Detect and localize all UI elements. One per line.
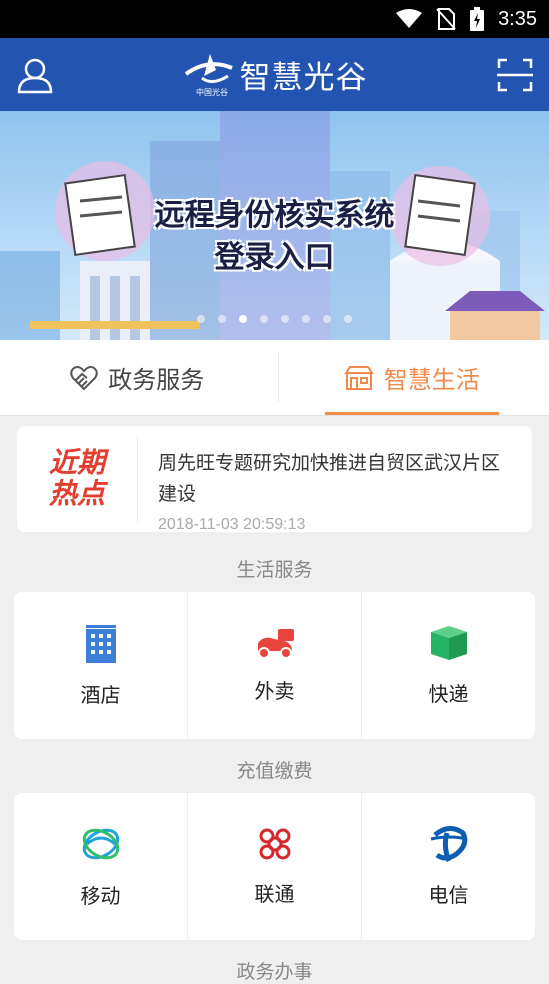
hot-news-badge: 近期 热点 [17, 436, 138, 522]
banner-subtitle: 登录入口 [0, 243, 549, 273]
service-hotel-label: 酒店 [81, 679, 121, 708]
recharge-mobile[interactable]: 移动 [14, 793, 188, 940]
recharge-telecom[interactable]: 电信 [362, 793, 535, 940]
china-unicom-icon [255, 826, 295, 862]
no-sim-icon [436, 8, 456, 30]
delivery-icon [254, 627, 296, 659]
service-express-label: 快递 [429, 678, 469, 707]
app-title: 智慧光谷 [240, 52, 368, 97]
china-telecom-icon [429, 825, 469, 863]
life-services-grid: 酒店 外卖 快递 [14, 592, 535, 739]
hot-news-card[interactable]: 近期 热点 周先旺专题研究加快推进自贸区武汉片区建设 2018-11-03 20… [17, 426, 532, 532]
carousel-dot[interactable] [239, 315, 247, 323]
carousel-dot[interactable] [218, 315, 226, 323]
tab-smart-life-label: 智慧生活 [384, 360, 480, 395]
user-icon[interactable] [16, 56, 54, 94]
app-logo: 中国光谷 智慧光谷 [182, 52, 368, 98]
battery-charging-icon [470, 7, 484, 31]
carousel-dot[interactable] [260, 315, 268, 323]
status-bar: 3:35 [0, 0, 549, 38]
carousel-dot[interactable] [302, 315, 310, 323]
wifi-icon [396, 9, 422, 29]
service-express[interactable]: 快递 [362, 592, 535, 739]
banner-title: 远程身份核实系统 [0, 201, 549, 231]
service-takeout[interactable]: 外卖 [188, 592, 362, 739]
recharge-telecom-label: 电信 [429, 879, 469, 908]
section-title-life: 生活服务 [0, 555, 549, 582]
status-time: 3:35 [498, 8, 537, 31]
section-title-recharge: 充值缴费 [0, 756, 549, 783]
carousel-dot[interactable] [344, 315, 352, 323]
scan-icon[interactable] [497, 58, 533, 92]
logo-text: 中国光谷 [196, 87, 228, 97]
carousel-dot[interactable] [323, 315, 331, 323]
tab-gov-services-label: 政务服务 [108, 360, 204, 395]
optics-valley-logo-icon: 中国光谷 [182, 52, 234, 98]
carousel-dot[interactable] [281, 315, 289, 323]
recharge-unicom-label: 联通 [255, 878, 295, 907]
china-mobile-icon [81, 824, 121, 864]
section-title-gov: 政务办事 [0, 957, 549, 984]
hot-news-badge-line1: 近期 [49, 448, 105, 479]
news-title[interactable]: 周先旺专题研究加快推进自贸区武汉片区建设 [158, 448, 512, 510]
app-header: 中国光谷 智慧光谷 [0, 38, 549, 111]
hot-news-badge-line2: 热点 [49, 479, 105, 510]
carousel-dot[interactable] [197, 315, 205, 323]
heart-hands-icon [70, 365, 98, 391]
service-hotel[interactable]: 酒店 [14, 592, 188, 739]
banner-carousel[interactable]: 远程身份核实系统 登录入口 [0, 111, 549, 340]
hotel-icon [82, 623, 120, 663]
shop-icon [344, 365, 374, 391]
news-time: 2018-11-03 20:59:13 [158, 516, 512, 532]
carousel-indicator [0, 315, 549, 323]
tab-gov-services[interactable]: 政务服务 [0, 340, 275, 415]
package-icon [429, 624, 469, 662]
recharge-mobile-label: 移动 [81, 880, 121, 909]
recharge-unicom[interactable]: 联通 [188, 793, 362, 940]
tab-smart-life[interactable]: 智慧生活 [275, 340, 549, 415]
tab-bar: 政务服务 智慧生活 [0, 340, 549, 416]
recharge-grid: 移动 联通 电信 [14, 793, 535, 940]
service-takeout-label: 外卖 [255, 675, 295, 704]
